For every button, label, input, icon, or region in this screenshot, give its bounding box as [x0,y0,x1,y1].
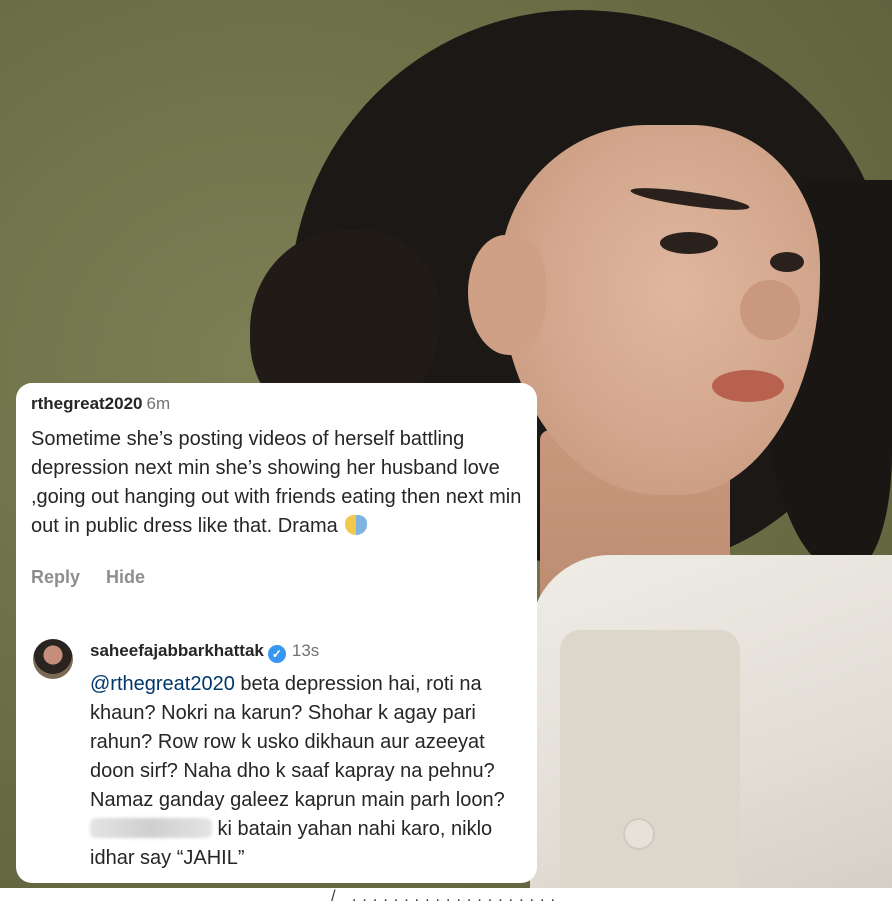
blurred-text [90,818,212,838]
comment1-text: Sometime she’s posting videos of herself… [31,425,526,541]
lips [712,370,784,402]
comment1-body: Sometime she’s posting videos of herself… [31,428,522,537]
reply-button[interactable]: Reply [31,567,80,587]
comment1-time: 6m [146,394,171,413]
comment1-username[interactable]: rthegreat2020 [31,394,143,413]
avatar[interactable] [33,639,73,679]
nose [740,280,800,340]
eye-far [770,252,804,272]
comment2-time: 13s [291,641,320,660]
comment2-header: saheefajabbarkhattak ✓ 13s [90,641,319,663]
comment-card: rthegreat2020 6m Sometime she’s posting v… [16,383,537,883]
shirt-inner [560,630,740,904]
comment1-actions: Reply Hide [31,567,171,588]
shirt-button [625,820,653,848]
theater-masks-icon [345,515,368,535]
comment1-header: rthegreat2020 6m [31,394,170,414]
hide-button[interactable]: Hide [106,567,145,587]
verified-badge-icon: ✓ [267,645,286,663]
eye [660,232,718,254]
footer-caption: / .................... [0,888,892,904]
comment2-username[interactable]: saheefajabbarkhattak [90,641,264,660]
ear [468,235,546,355]
mention-link[interactable]: @rthegreat2020 [90,673,235,695]
comment2-text: @rthegreat2020 beta depression hai, roti… [90,670,515,873]
